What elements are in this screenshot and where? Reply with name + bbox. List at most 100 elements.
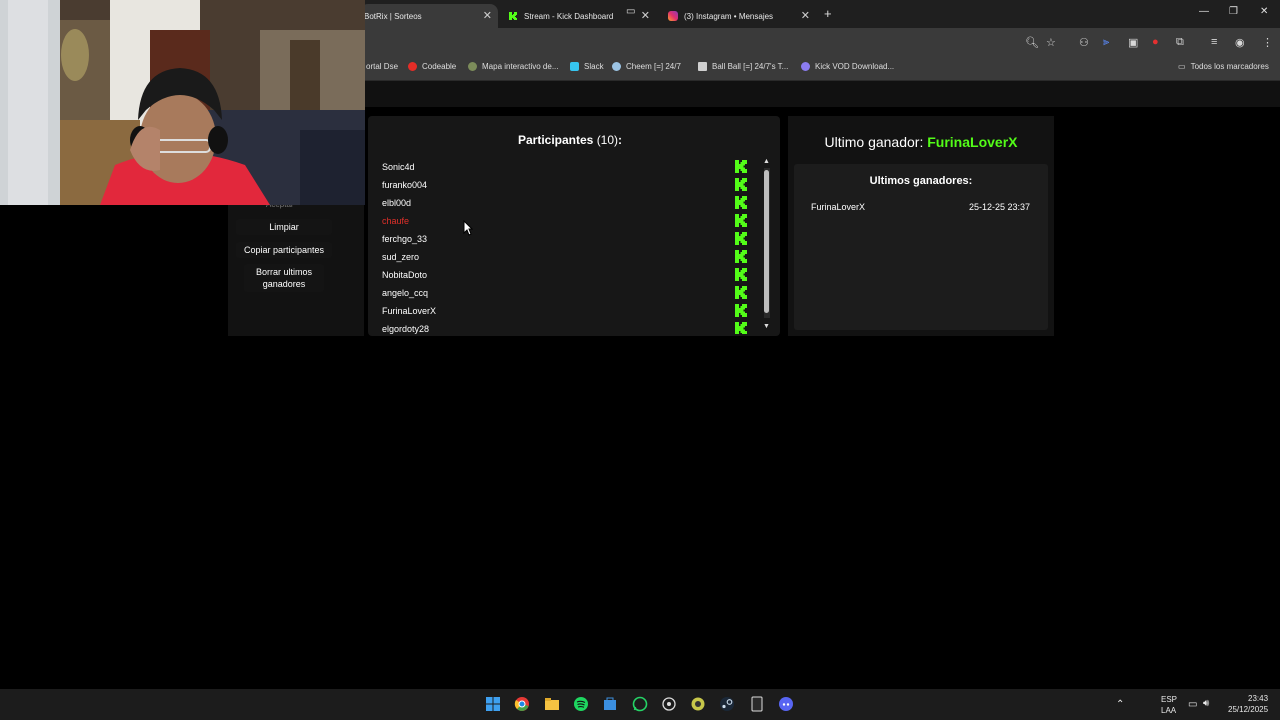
steam-icon[interactable] xyxy=(719,696,735,712)
list-item[interactable]: NobitaDoto xyxy=(370,266,762,284)
winner-history-name: FurinaLoverX xyxy=(811,202,866,212)
participant-name: elgordoty28 xyxy=(382,324,430,334)
kick-icon xyxy=(735,304,747,317)
globe-icon xyxy=(468,62,477,71)
winners-history-title: Ultimos ganadores: xyxy=(869,175,973,187)
bookmark-item[interactable]: Ball Ball [=] 24/7's T... xyxy=(698,62,788,71)
participant-name: NobitaDoto xyxy=(382,270,428,280)
lang-region[interactable]: LAA xyxy=(1161,706,1176,715)
list-item[interactable]: FurinaLoverX xyxy=(370,302,762,320)
spotify-icon[interactable] xyxy=(573,696,589,712)
clear-button[interactable]: Limpiar xyxy=(236,219,332,235)
extension-icon[interactable]: ⚇ xyxy=(1079,36,1089,49)
chrome-icon[interactable] xyxy=(514,696,530,712)
star-icon[interactable]: ☆ xyxy=(1046,36,1056,49)
kick-icon xyxy=(735,268,747,281)
list-item[interactable]: ferchgo_33 xyxy=(370,230,762,248)
store-icon[interactable] xyxy=(602,696,618,712)
participants-list[interactable]: Sonic4d furanko004 elbl00d chaufe ferchgo_33… xyxy=(370,158,762,334)
extensions-puzzle-icon[interactable]: ⧉ xyxy=(1176,36,1184,49)
minimize-icon[interactable]: — xyxy=(1199,6,1209,17)
slack-icon xyxy=(570,62,579,71)
tab-label: (3) Instagram • Mensajes xyxy=(684,11,774,21)
mouse-cursor xyxy=(463,220,473,236)
tab-label: Stream - Kick Dashboard xyxy=(524,11,614,21)
kick-icon xyxy=(735,232,747,245)
tab-instagram[interactable]: (3) Instagram • Mensajes ✕ xyxy=(664,4,816,28)
list-item[interactable]: angelo_ccq xyxy=(370,284,762,302)
network-icon[interactable]: ▭ xyxy=(1188,699,1197,710)
list-item[interactable]: elgordoty28 xyxy=(370,320,762,334)
copy-participants-button[interactable]: Copiar participantes xyxy=(236,242,332,258)
bookmark-item[interactable]: Codeable xyxy=(408,62,456,71)
bookmark-item[interactable]: ortal Dse xyxy=(366,62,398,71)
webcam-image xyxy=(0,0,365,205)
windows-start-icon[interactable] xyxy=(485,696,501,712)
volume-icon[interactable]: 🔊︎ xyxy=(1203,698,1209,709)
kick-icon xyxy=(735,214,747,227)
scroll-thumb[interactable] xyxy=(764,170,769,313)
list-item[interactable]: elbl00d xyxy=(370,194,762,212)
kick-icon xyxy=(735,286,747,299)
scroll-up-icon[interactable]: ▲ xyxy=(763,158,770,165)
last-winner-name: FurinaLoverX xyxy=(927,134,1018,150)
close-icon[interactable]: ✕ xyxy=(483,9,492,22)
list-item[interactable]: furanko004 xyxy=(370,176,762,194)
bookmark-item[interactable]: Slack xyxy=(570,62,604,71)
all-bookmarks[interactable]: ▭ Todos los marcadores xyxy=(1178,62,1269,71)
new-tab-button[interactable]: + xyxy=(824,6,832,21)
folder-icon: ▭ xyxy=(1178,62,1186,71)
scrollbar[interactable]: ▲ ▼ xyxy=(763,158,771,334)
scroll-down-icon[interactable]: ▼ xyxy=(763,323,770,330)
youtube-icon xyxy=(408,62,417,71)
participant-name: Sonic4d xyxy=(382,162,415,172)
close-icon[interactable]: ✕ xyxy=(801,9,810,22)
kick-icon xyxy=(735,178,747,191)
participant-name: FurinaLoverX xyxy=(382,306,437,316)
whatsapp-icon[interactable] xyxy=(632,696,648,712)
openai-icon[interactable] xyxy=(661,696,677,712)
close-icon[interactable]: ✕ xyxy=(641,9,650,22)
file-explorer-icon[interactable] xyxy=(544,696,560,712)
instagram-icon xyxy=(668,11,678,21)
zoom-icon[interactable]: 🔍︎ xyxy=(1025,36,1039,49)
kick-icon xyxy=(735,160,747,173)
delete-last-winners-button[interactable]: Borrar ultimos ganadores xyxy=(244,264,324,292)
screen-share-icon[interactable]: ▭ xyxy=(626,6,635,17)
tab-label: BotRix | Sorteos xyxy=(364,11,422,21)
bookmark-item[interactable]: Kick VOD Download... xyxy=(801,62,894,71)
bookmark-icon xyxy=(698,62,707,71)
extension-icon[interactable]: ⫸ xyxy=(1103,36,1109,49)
close-window-icon[interactable]: ✕ xyxy=(1260,6,1268,17)
epic-games-icon[interactable] xyxy=(749,696,765,712)
bookmark-item[interactable]: Mapa interactivo de... xyxy=(468,62,558,71)
menu-icon[interactable]: ⋮ xyxy=(1262,36,1273,49)
chevron-up-icon[interactable]: ⌃ xyxy=(1116,699,1124,710)
kick-icon xyxy=(735,322,747,334)
restore-icon[interactable]: ❐ xyxy=(1229,6,1238,17)
last-winner-heading: Ultimo ganador: FurinaLoverX xyxy=(824,134,1018,150)
list-item[interactable]: Sonic4d xyxy=(370,158,762,176)
media-icon[interactable]: ≡ xyxy=(1211,36,1217,48)
steam-icon xyxy=(612,62,621,71)
list-item[interactable]: sud_zero xyxy=(370,248,762,266)
lang-code[interactable]: ESP xyxy=(1161,695,1177,704)
participant-name: chaufe xyxy=(382,216,410,226)
participants-title: Participantes (10): xyxy=(517,133,623,147)
bookmark-item[interactable]: Cheem [=] 24/7 xyxy=(612,62,681,71)
participant-name: elbl00d xyxy=(382,198,412,208)
app-icon[interactable] xyxy=(690,696,706,712)
avatar[interactable]: ◉ xyxy=(1235,36,1245,49)
kick-icon xyxy=(508,11,518,21)
winner-history-date: 25-12-25 23:37 xyxy=(969,202,1031,212)
webcam-overlay xyxy=(0,0,365,205)
participant-name: angelo_ccq xyxy=(382,288,429,298)
extension-icon[interactable]: ▣ xyxy=(1128,36,1138,49)
list-item[interactable]: chaufe xyxy=(370,212,762,230)
winners-history-box xyxy=(794,164,1048,330)
tab-botrix[interactable]: BotRix | Sorteos ✕ xyxy=(360,4,498,28)
clock-time[interactable]: 23:43 xyxy=(1248,694,1268,703)
clock-date[interactable]: 25/12/2025 xyxy=(1228,705,1268,714)
discord-icon[interactable] xyxy=(778,696,794,712)
record-icon[interactable]: ● xyxy=(1152,36,1159,48)
